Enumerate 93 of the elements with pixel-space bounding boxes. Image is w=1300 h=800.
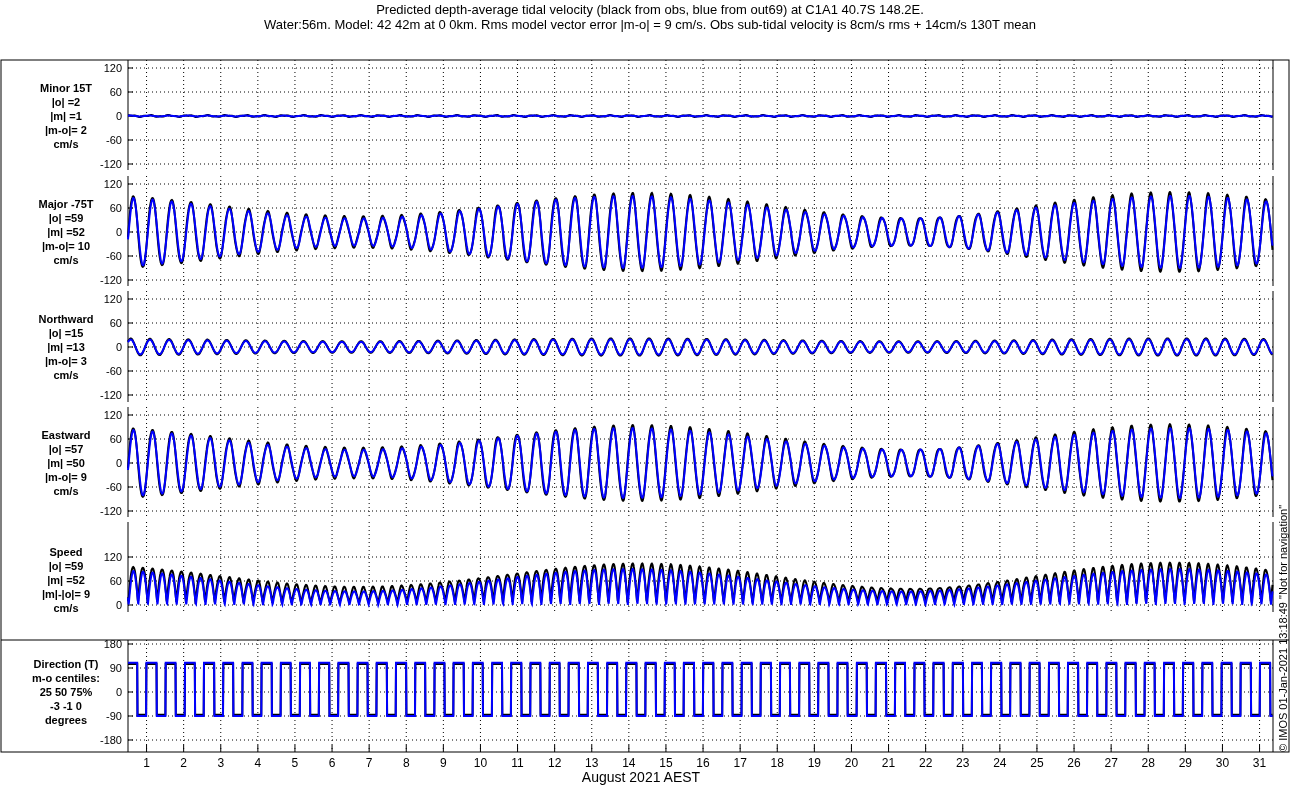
panel-label: cm/s <box>53 485 79 497</box>
tick-label: -120 <box>99 505 122 517</box>
panel-label: Eastward <box>41 429 91 441</box>
tick-label: -120 <box>99 158 122 170</box>
tick-label: 11 <box>511 756 524 770</box>
tick-label: 0 <box>115 686 122 698</box>
tick-label: 5 <box>291 756 299 770</box>
panel-label: |m| =52 <box>47 226 85 238</box>
tick-label: 4 <box>254 756 262 770</box>
tick-label: 23 <box>956 756 970 770</box>
tick-label: 8 <box>402 756 410 770</box>
tick-label: -120 <box>99 274 122 286</box>
tick-label: 6 <box>328 756 336 770</box>
tick-label: 120 <box>103 551 122 563</box>
tick-label: 22 <box>918 756 933 770</box>
panel-label: |o| =59 <box>48 212 84 224</box>
tick-label: 120 <box>103 293 122 305</box>
panel-label: cm/s <box>53 138 79 150</box>
panel-label: |o| =57 <box>48 443 84 455</box>
tick-label: 120 <box>103 178 122 190</box>
tick-label: -120 <box>99 389 122 401</box>
panel-label: Minor 15T <box>40 82 92 94</box>
axis-label: August 2021 AEST <box>581 769 701 785</box>
panel-label: |m-o|= 9 <box>45 471 87 483</box>
tick-label: 60 <box>109 86 122 98</box>
panel-label: |o| =59 <box>48 560 84 572</box>
tick-label: 14 <box>622 756 636 770</box>
panel-label: Major -75T <box>38 198 94 210</box>
tick-label: 13 <box>585 756 599 770</box>
panel-label: |m-o|= 2 <box>45 124 87 136</box>
chart-title: Water:56m. Model: 42 42m at 0 0km. Rms model vector error |m-o| = 9 cm/s. Obs sub-tidal velocity is 8cm/s rms + 14cm/s 130T mean <box>264 17 1036 32</box>
panel-label: cm/s <box>53 254 79 266</box>
tick-label: 24 <box>993 756 1007 770</box>
tick-label: 120 <box>103 62 122 74</box>
tick-label: 20 <box>844 756 859 770</box>
panel-label: Speed <box>49 546 83 558</box>
tick-label: 7 <box>365 756 373 770</box>
panel-label: 25 50 75% <box>39 686 93 698</box>
panel-label: |o| =2 <box>51 96 81 108</box>
tick-label: -60 <box>106 250 122 262</box>
tick-label: 29 <box>1178 756 1193 770</box>
tick-label: -90 <box>106 710 122 722</box>
tick-label: 60 <box>109 575 122 587</box>
tick-label: 17 <box>733 756 747 770</box>
tick-label: 0 <box>115 110 122 122</box>
tick-label: 1 <box>143 756 150 770</box>
tick-label: 3 <box>217 756 225 770</box>
tick-label: 16 <box>696 756 710 770</box>
panel-label: |m| =13 <box>47 341 85 353</box>
panel-label: |m-o|= 10 <box>42 240 90 252</box>
tick-label: 2 <box>180 756 187 770</box>
tick-label: 18 <box>770 756 784 770</box>
panel-label: |m| =1 <box>50 110 82 122</box>
tick-label: 26 <box>1067 756 1081 770</box>
tick-label: 25 <box>1030 756 1044 770</box>
tick-label: 0 <box>115 226 122 238</box>
tick-label: 27 <box>1104 756 1118 770</box>
tick-label: 12 <box>547 756 562 770</box>
tick-label: 28 <box>1141 756 1155 770</box>
tick-label: 180 <box>103 638 122 650</box>
tick-label: -60 <box>106 134 122 146</box>
tick-label: 31 <box>1252 756 1267 770</box>
panel-label: cm/s <box>53 602 79 614</box>
tick-label: 15 <box>659 756 673 770</box>
tick-label: 9 <box>440 756 447 770</box>
tick-label: 60 <box>109 433 122 445</box>
panel-label: cm/s <box>53 369 79 381</box>
tick-label: 10 <box>473 756 488 770</box>
panel-label: |m| =50 <box>47 457 85 469</box>
copyright-notice: © IMOS 01-Jan-2021 13:18:49 "Not for navigation" <box>1277 504 1289 752</box>
tick-label: 60 <box>109 317 122 329</box>
tick-label: 120 <box>103 409 122 421</box>
panel-label: |m-o|= 3 <box>45 355 87 367</box>
tick-label: 0 <box>115 599 122 611</box>
tick-label: 30 <box>1215 756 1230 770</box>
panel-label: degrees <box>44 714 88 726</box>
tick-label: 19 <box>807 756 822 770</box>
panel-label: Direction (T) <box>33 658 99 670</box>
tick-label: -180 <box>99 734 122 746</box>
panel-label: |o| =15 <box>48 327 84 339</box>
tick-label: 0 <box>115 341 122 353</box>
panel-label: |m|-|o|= 9 <box>41 588 91 600</box>
tick-label: 21 <box>881 756 896 770</box>
tick-label: -60 <box>106 481 122 493</box>
tick-label: 60 <box>109 202 122 214</box>
panel-label: |m| =52 <box>47 574 85 586</box>
tick-label: 90 <box>109 662 122 674</box>
tick-label: -60 <box>106 365 122 377</box>
tick-label: 0 <box>115 457 122 469</box>
chart-title: Predicted depth-average tidal velocity (black from obs, blue from out69) at C1A1 40.7S 148.2E. <box>376 2 924 17</box>
panel-label: -3 -1 0 <box>50 700 82 712</box>
panel-label: m-o centiles: <box>32 672 100 684</box>
panel-label: Northward <box>38 313 94 325</box>
